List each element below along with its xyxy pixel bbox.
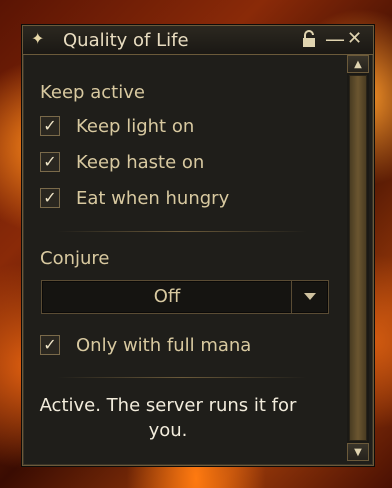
scrollbar-thumb[interactable] — [349, 75, 367, 441]
chevron-down-icon[interactable] — [291, 281, 328, 313]
full-mana-checkbox[interactable]: ✓ — [40, 335, 60, 355]
minimize-icon[interactable]: — — [325, 27, 345, 51]
quality-of-life-window: ✦ Quality of Life — ✕ Keep active ✓ Keep… — [22, 25, 374, 466]
lock-icon[interactable] — [301, 30, 317, 52]
conjure-heading: Conjure — [40, 248, 110, 269]
keep-haste-checkbox[interactable]: ✓ — [40, 152, 60, 172]
keep-haste-label: Keep haste on — [76, 151, 205, 173]
scroll-up-icon[interactable]: ▲ — [347, 55, 369, 73]
eat-when-hungry-row[interactable]: ✓ Eat when hungry — [40, 186, 229, 210]
eat-when-hungry-checkbox[interactable]: ✓ — [40, 188, 60, 208]
keep-light-checkbox[interactable]: ✓ — [40, 116, 60, 136]
keep-light-label: Keep light on — [76, 115, 195, 137]
keep-haste-row[interactable]: ✓ Keep haste on — [40, 150, 204, 174]
eat-when-hungry-label: Eat when hungry — [76, 187, 230, 209]
keep-active-heading: Keep active — [40, 82, 145, 103]
window-titlebar[interactable]: ✦ Quality of Life — ✕ — [23, 26, 373, 55]
status-text: Active. The server runs it for you. — [39, 395, 297, 441]
full-mana-row[interactable]: ✓ Only with full mana — [40, 333, 251, 357]
scrollbar[interactable]: ▲ ▼ — [347, 55, 369, 461]
scroll-down-icon[interactable]: ▼ — [347, 443, 369, 461]
divider — [57, 377, 307, 378]
full-mana-label: Only with full mana — [76, 334, 252, 356]
close-icon[interactable]: ✕ — [347, 28, 362, 49]
conjure-dropdown[interactable]: Off — [41, 280, 329, 314]
conjure-dropdown-value: Off — [153, 286, 181, 307]
window-title: Quality of Life — [63, 30, 189, 51]
divider — [57, 231, 307, 232]
star-icon: ✦ — [31, 29, 45, 48]
keep-light-row[interactable]: ✓ Keep light on — [40, 114, 194, 138]
window-content: Keep active ✓ Keep light on ✓ Keep haste… — [23, 55, 341, 465]
